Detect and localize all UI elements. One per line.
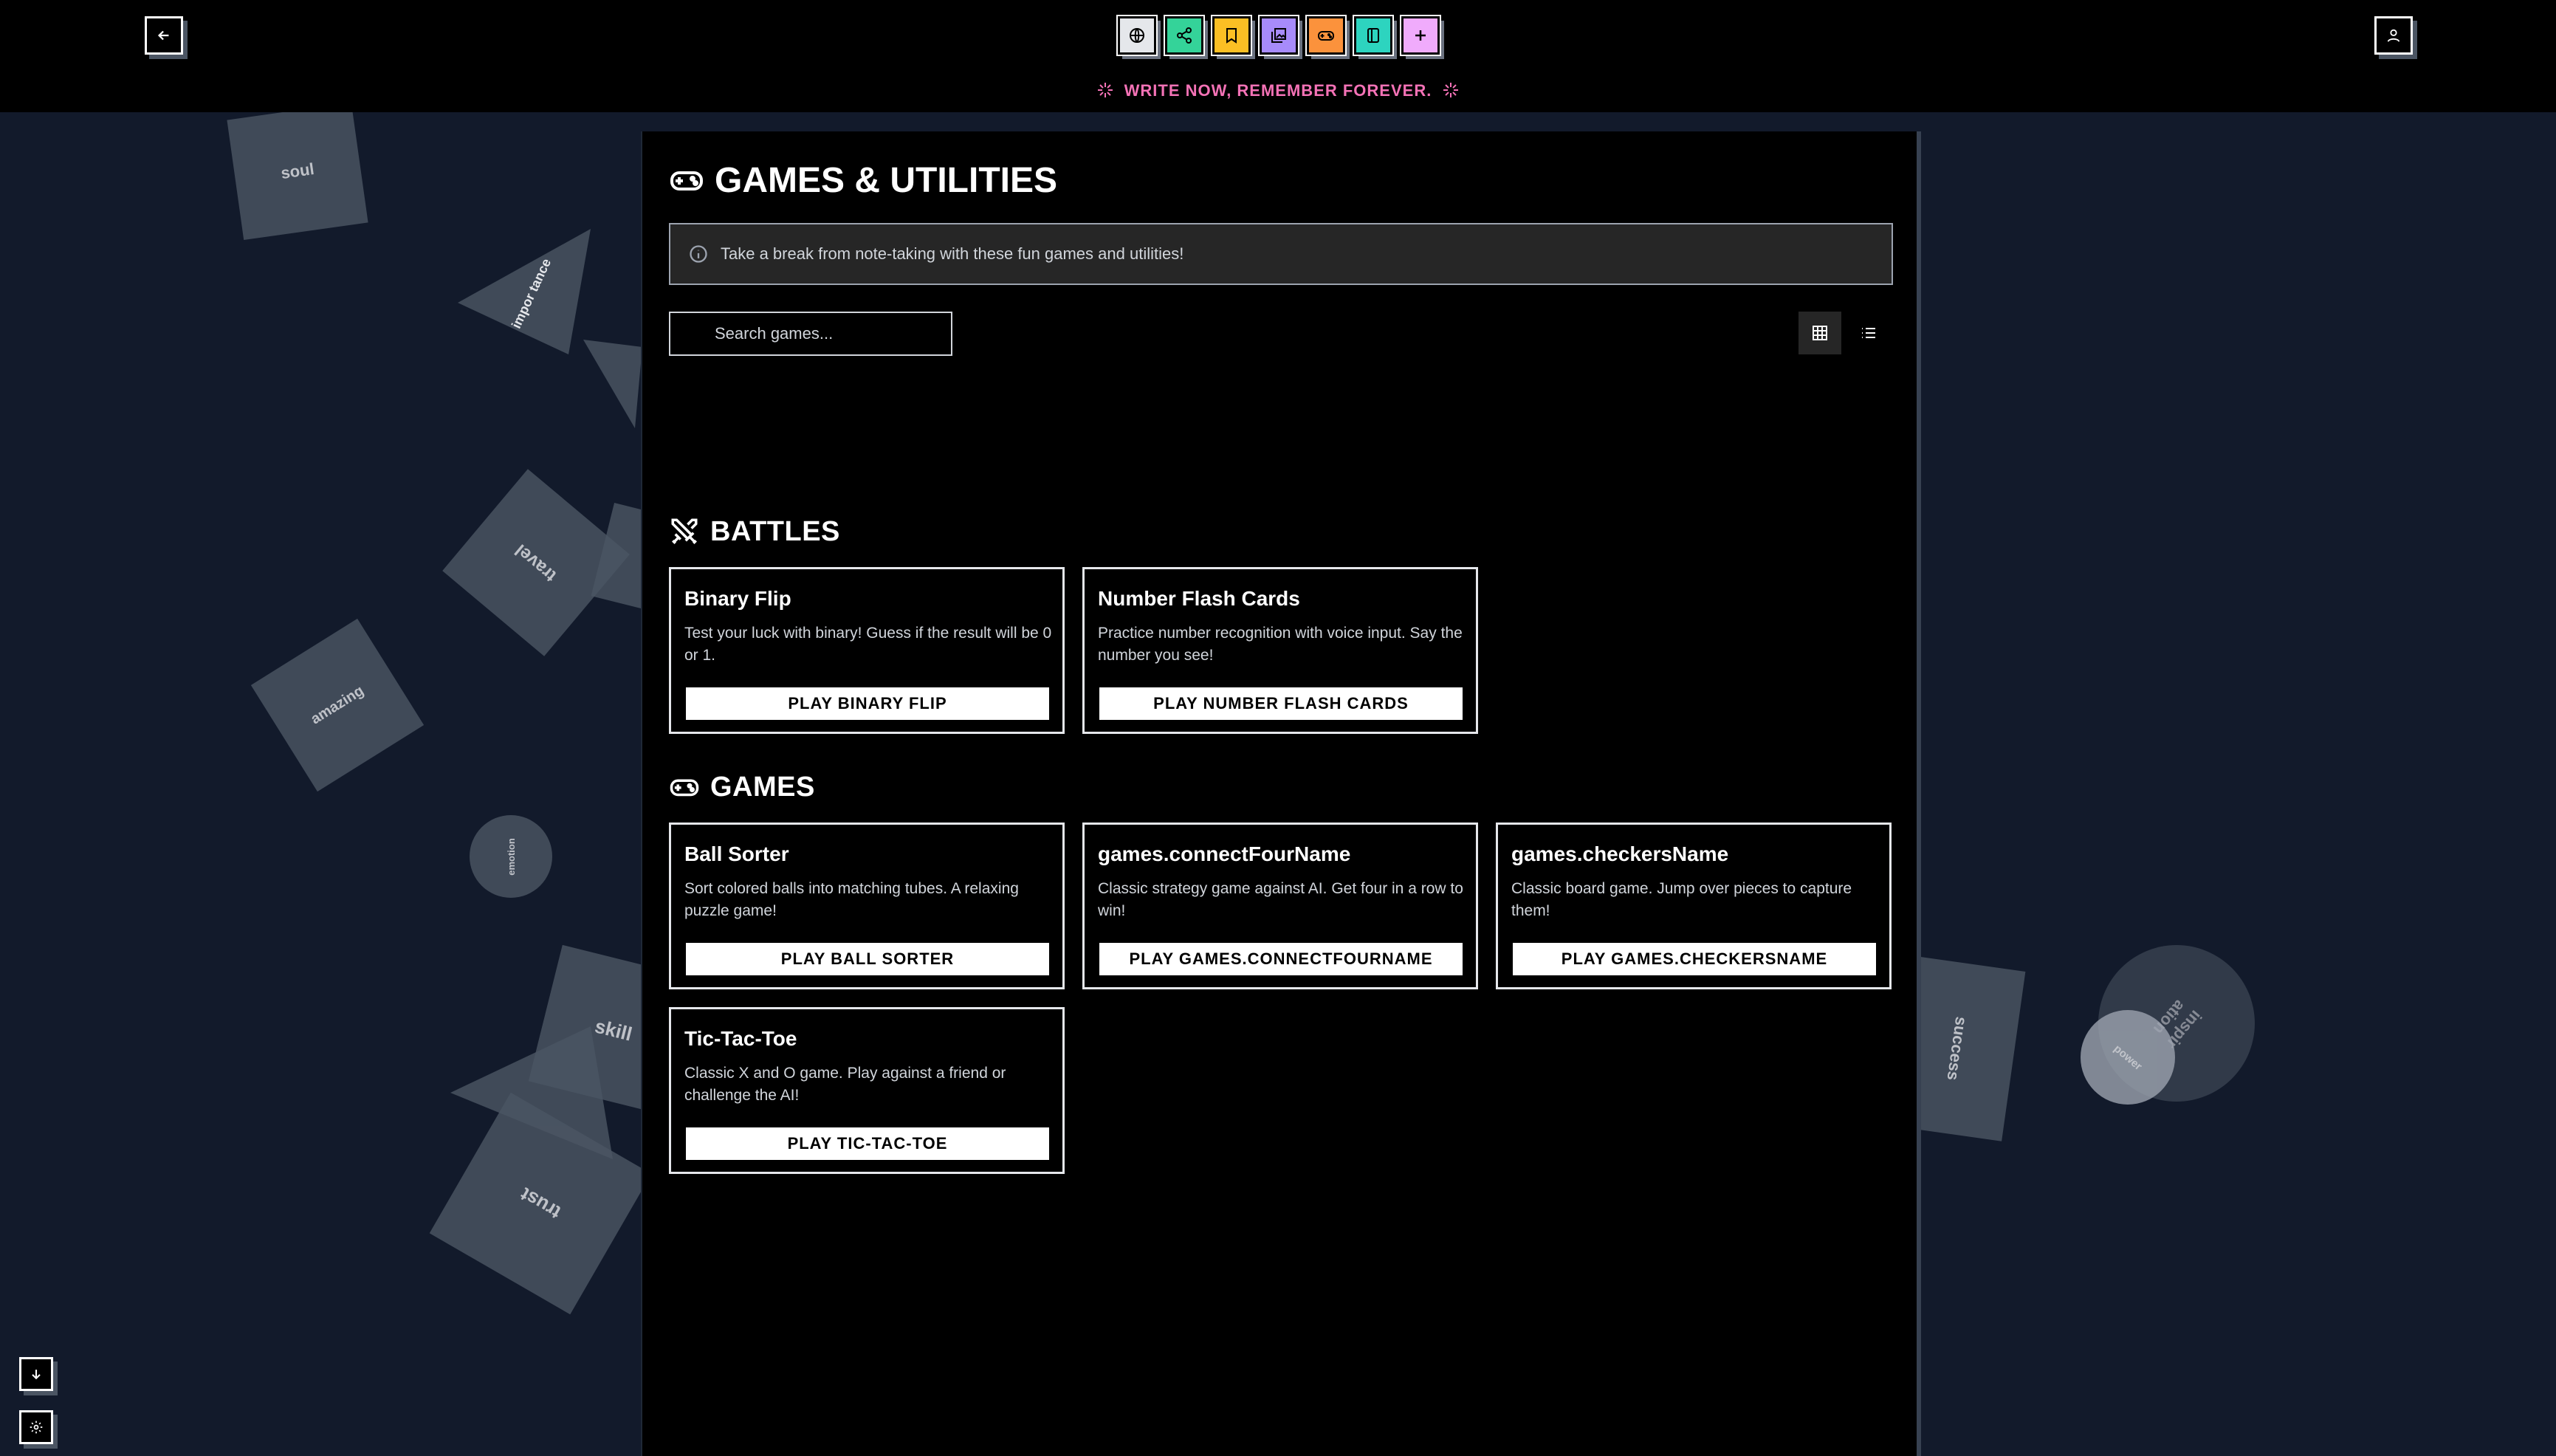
gamepad-button[interactable]: [1305, 15, 1347, 56]
card-description: Classic strategy game against AI. Get fo…: [1098, 880, 1463, 919]
card-title: games.checkersName: [1511, 842, 1729, 865]
page-title-text: GAMES & UTILITIES: [715, 160, 1058, 200]
play-binary-flip-button[interactable]: PLAY BINARY FLIP: [686, 687, 1049, 720]
search-input[interactable]: [669, 312, 952, 356]
page: soul impor tance travel amazing emotion …: [0, 0, 2556, 1456]
top-bar: WRITE NOW, REMEMBER FOREVER.: [0, 0, 2556, 112]
info-text: Take a break from note-taking with these…: [721, 244, 1184, 263]
bg-circle-power: power: [2081, 1010, 2175, 1105]
images-button[interactable]: [1258, 15, 1299, 56]
card-description: Sort colored balls into matching tubes. …: [684, 880, 1019, 919]
card-title: Tic-Tac-Toe: [684, 1027, 797, 1050]
notebook-icon: [1367, 28, 1379, 43]
game-card-number-flash-cards: Number Flash Cards Practice number recog…: [1082, 567, 1478, 734]
scroll-down-button[interactable]: [19, 1357, 53, 1391]
arrow-down-icon: [32, 1370, 41, 1380]
play-number-flash-cards-button[interactable]: PLAY NUMBER FLASH CARDS: [1099, 687, 1463, 720]
sparkle-icon: [1443, 83, 1459, 97]
game-card-tic-tac-toe: Tic-Tac-Toe Classic X and O game. Play a…: [669, 1007, 1065, 1174]
tagline-text: WRITE NOW, REMEMBER FOREVER.: [1124, 81, 1432, 100]
globe-icon: [1130, 28, 1144, 43]
card-title: games.connectFourName: [1098, 842, 1351, 865]
grid-icon: [1813, 326, 1827, 340]
section-title-text: BATTLES: [710, 515, 840, 547]
bg-circle-emotion: emotion: [470, 815, 552, 898]
play-ball-sorter-button[interactable]: PLAY BALL SORTER: [686, 943, 1049, 975]
bookmark-icon: [1226, 28, 1237, 44]
play-connect-four-button[interactable]: PLAY GAMES.CONNECTFOURNAME: [1099, 943, 1463, 975]
arrow-left-icon: [157, 30, 169, 41]
section-title-battles: BATTLES: [669, 512, 840, 551]
bg-shape-amazing: amazing: [250, 618, 425, 792]
add-button[interactable]: [1400, 15, 1441, 56]
globe-button[interactable]: [1116, 15, 1158, 56]
plus-icon: [1415, 30, 1426, 41]
page-title: GAMES & UTILITIES: [669, 158, 1057, 202]
user-icon: [2387, 29, 2400, 42]
gamepad-icon: [670, 779, 699, 797]
game-card-binary-flip: Binary Flip Test your luck with binary! …: [669, 567, 1065, 734]
section-title-games: GAMES: [669, 768, 815, 806]
play-tic-tac-toe-button[interactable]: PLAY TIC-TAC-TOE: [686, 1127, 1049, 1160]
card-title: Ball Sorter: [684, 842, 789, 865]
grid-view-button[interactable]: [1799, 312, 1841, 354]
notebook-button[interactable]: [1353, 15, 1394, 56]
list-icon: [1862, 328, 1875, 338]
game-card-ball-sorter: Ball Sorter Sort colored balls into matc…: [669, 823, 1065, 989]
card-title: Number Flash Cards: [1098, 587, 1300, 610]
gamepad-icon: [1318, 31, 1334, 41]
game-card-checkers: games.checkersName Classic board game. J…: [1496, 823, 1892, 989]
section-title-text: GAMES: [710, 771, 815, 803]
card-title: Binary Flip: [684, 587, 791, 610]
info-icon: [690, 245, 707, 263]
back-button[interactable]: [145, 16, 183, 55]
gear-icon: [30, 1421, 43, 1434]
bookmark-button[interactable]: [1211, 15, 1252, 56]
settings-button[interactable]: [19, 1410, 53, 1444]
info-banner: Take a break from note-taking with these…: [669, 223, 1893, 285]
tagline: WRITE NOW, REMEMBER FOREVER.: [0, 81, 2556, 100]
list-view-button[interactable]: [1847, 312, 1890, 354]
card-description: Classic X and O game. Play against a fri…: [684, 1065, 1006, 1104]
profile-button[interactable]: [2374, 16, 2413, 55]
play-checkers-button[interactable]: PLAY GAMES.CHECKERSNAME: [1513, 943, 1876, 975]
bg-shape-soul: soul: [227, 102, 368, 241]
swords-icon: [671, 518, 698, 544]
gamepad-icon: [670, 171, 703, 190]
share-icon: [1177, 27, 1192, 44]
card-description: Test your luck with binary! Guess if the…: [684, 625, 1052, 664]
game-card-connect-four: games.connectFourName Classic strategy g…: [1082, 823, 1478, 989]
card-description: Classic board game. Jump over pieces to …: [1511, 880, 1852, 919]
games-panel: GAMES & UTILITIES Take a break from note…: [641, 131, 1921, 1456]
card-description: Practice number recognition with voice i…: [1098, 625, 1463, 664]
sparkle-icon: [1097, 83, 1113, 97]
images-icon: [1271, 28, 1286, 43]
share-button[interactable]: [1164, 15, 1205, 56]
